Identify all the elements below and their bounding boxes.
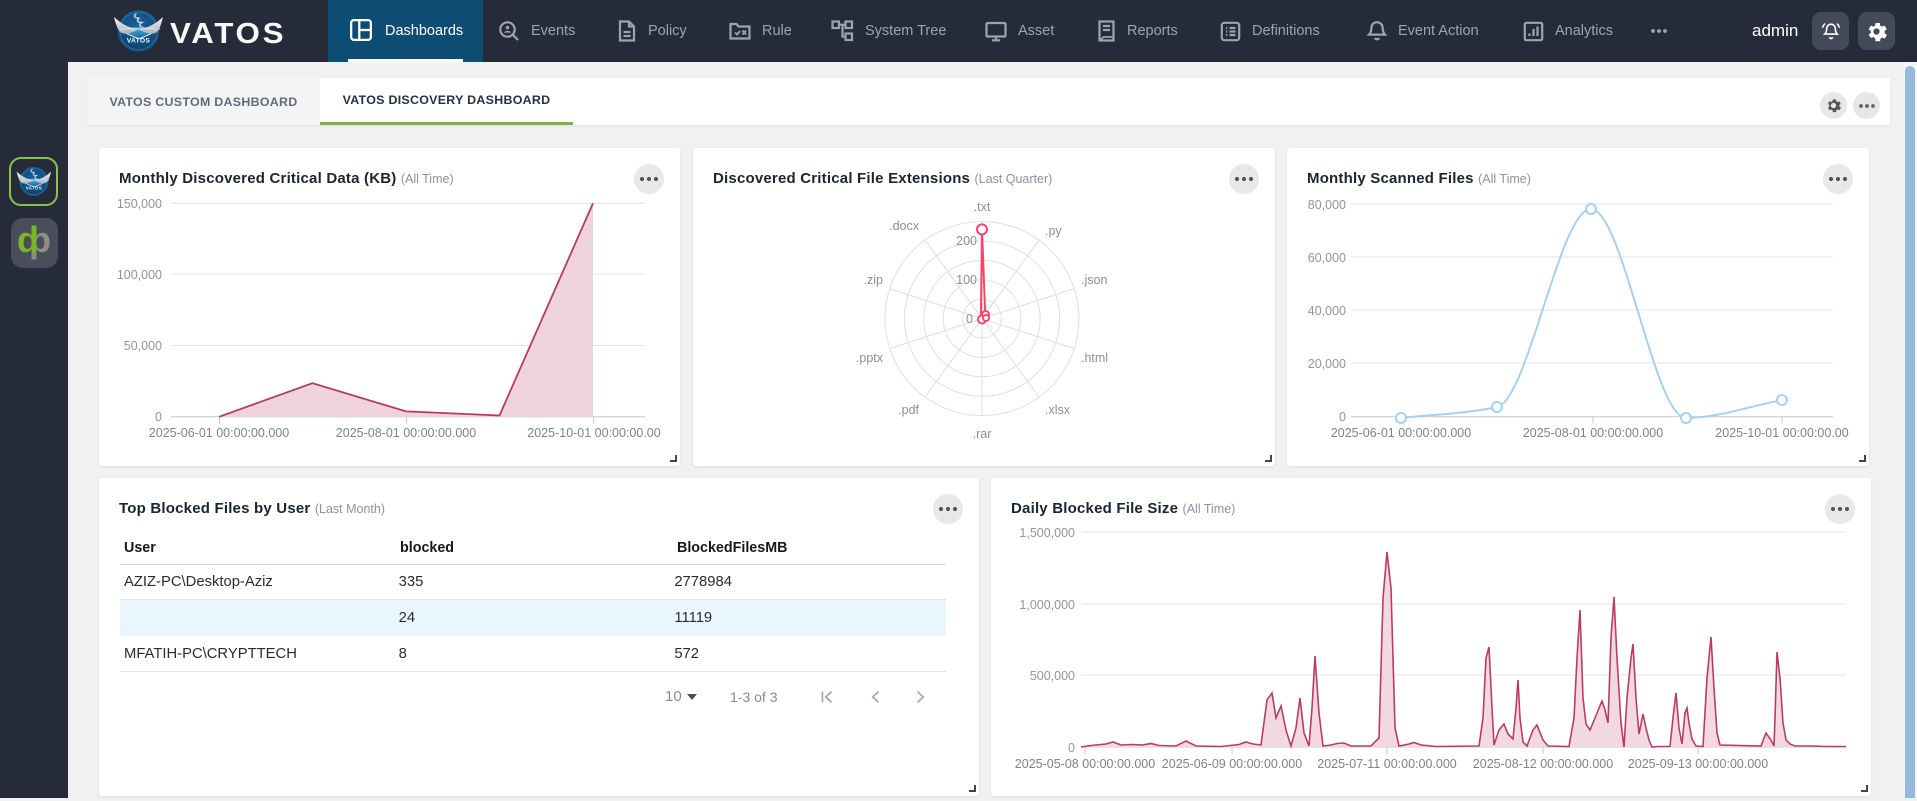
svg-text:1,000,000: 1,000,000 — [1019, 598, 1075, 612]
svg-text:.html: .html — [1081, 351, 1108, 365]
svg-text:2025-08-01 00:00:00.000: 2025-08-01 00:00:00.000 — [336, 426, 476, 440]
svg-text:.pptx: .pptx — [856, 351, 884, 365]
svg-text:500,000: 500,000 — [1030, 669, 1075, 683]
svg-text:.txt: .txt — [974, 200, 991, 214]
svg-text:.py: .py — [1045, 224, 1062, 238]
svg-text:0: 0 — [1068, 741, 1075, 755]
svg-text:0: 0 — [1339, 410, 1346, 424]
svg-text:100: 100 — [956, 273, 977, 287]
svg-text:150,000: 150,000 — [117, 197, 162, 211]
svg-text:2025-08-12 00:00:00.000: 2025-08-12 00:00:00.000 — [1473, 757, 1613, 771]
svg-text:2025-06-01 00:00:00.000: 2025-06-01 00:00:00.000 — [1331, 426, 1471, 440]
svg-text:.json: .json — [1081, 273, 1107, 287]
svg-text:2025-06-09 00:00:00.000: 2025-06-09 00:00:00.000 — [1162, 757, 1302, 771]
svg-text:80,000: 80,000 — [1308, 198, 1346, 212]
svg-text:2025-10-01 00:00:00.00: 2025-10-01 00:00:00.00 — [527, 426, 660, 440]
svg-text:.rar: .rar — [973, 427, 992, 441]
svg-text:0: 0 — [966, 312, 973, 326]
svg-text:200: 200 — [956, 234, 977, 248]
svg-text:.xlsx: .xlsx — [1045, 403, 1071, 417]
svg-text:50,000: 50,000 — [124, 339, 162, 353]
svg-text:.zip: .zip — [864, 273, 884, 287]
svg-text:2025-08-01 00:00:00.000: 2025-08-01 00:00:00.000 — [1523, 426, 1663, 440]
svg-text:100,000: 100,000 — [117, 268, 162, 282]
svg-text:.pdf: .pdf — [898, 403, 919, 417]
svg-text:60,000: 60,000 — [1308, 251, 1346, 265]
svg-text:20,000: 20,000 — [1308, 357, 1346, 371]
svg-text:2025-06-01 00:00:00.000: 2025-06-01 00:00:00.000 — [149, 426, 289, 440]
svg-text:1,500,000: 1,500,000 — [1019, 526, 1075, 540]
svg-text:2025-09-13 00:00:00.000: 2025-09-13 00:00:00.000 — [1628, 757, 1768, 771]
svg-text:40,000: 40,000 — [1308, 304, 1346, 318]
svg-text:2025-10-01 00:00:00.00: 2025-10-01 00:00:00.00 — [1715, 426, 1848, 440]
svg-text:2025-07-11 00:00:00.000: 2025-07-11 00:00:00.000 — [1317, 757, 1457, 771]
svg-text:0: 0 — [155, 410, 162, 424]
svg-text:.docx: .docx — [889, 219, 920, 233]
svg-text:2025-05-08 00:00:00.000: 2025-05-08 00:00:00.000 — [1015, 757, 1155, 771]
